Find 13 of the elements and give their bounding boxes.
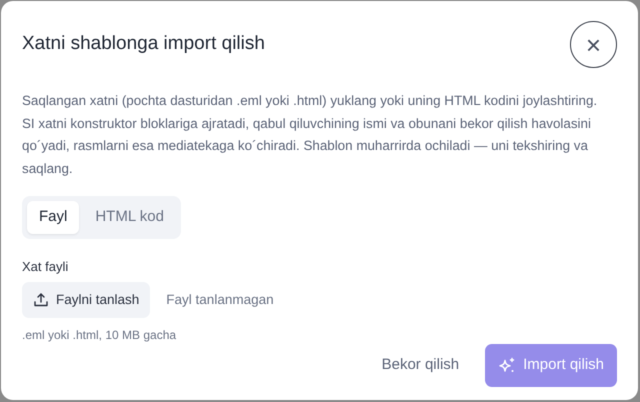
tab[interactable]: Fayl xyxy=(27,201,80,234)
tab[interactable]: HTML kod xyxy=(83,201,176,234)
file-status-text: Fayl tanlanmagan xyxy=(166,291,274,309)
hint-text: .eml yoki .html, 10 MB gacha xyxy=(22,327,178,344)
cancel-button[interactable]: Bekor qilish xyxy=(372,344,470,387)
close-icon: × xyxy=(586,32,602,58)
description-text: Saqlangan xatni (pochta dasturidan .eml yoki .html) yuklang yoki uning HTML kodini joylashtiring. SI xatni konstruktor bloklariga ajratadi, qabul qiluvchining ismi va obunani bekor qilish havolasini qo´yadi, rasmlarni esa mediatekaga ko´chiradi. Shablon muharrirda ochiladi — uni tekshiring va saqlang. xyxy=(22,92,598,178)
sparkle-icon xyxy=(498,356,516,374)
upload-icon xyxy=(33,292,49,308)
dialog-title: Xatni shablonga import qilish xyxy=(22,33,265,56)
close-button[interactable]: × xyxy=(570,21,617,68)
choose-file-button[interactable]: Faylni tanlash xyxy=(22,282,150,318)
field-label: Xat fayli xyxy=(22,258,70,276)
